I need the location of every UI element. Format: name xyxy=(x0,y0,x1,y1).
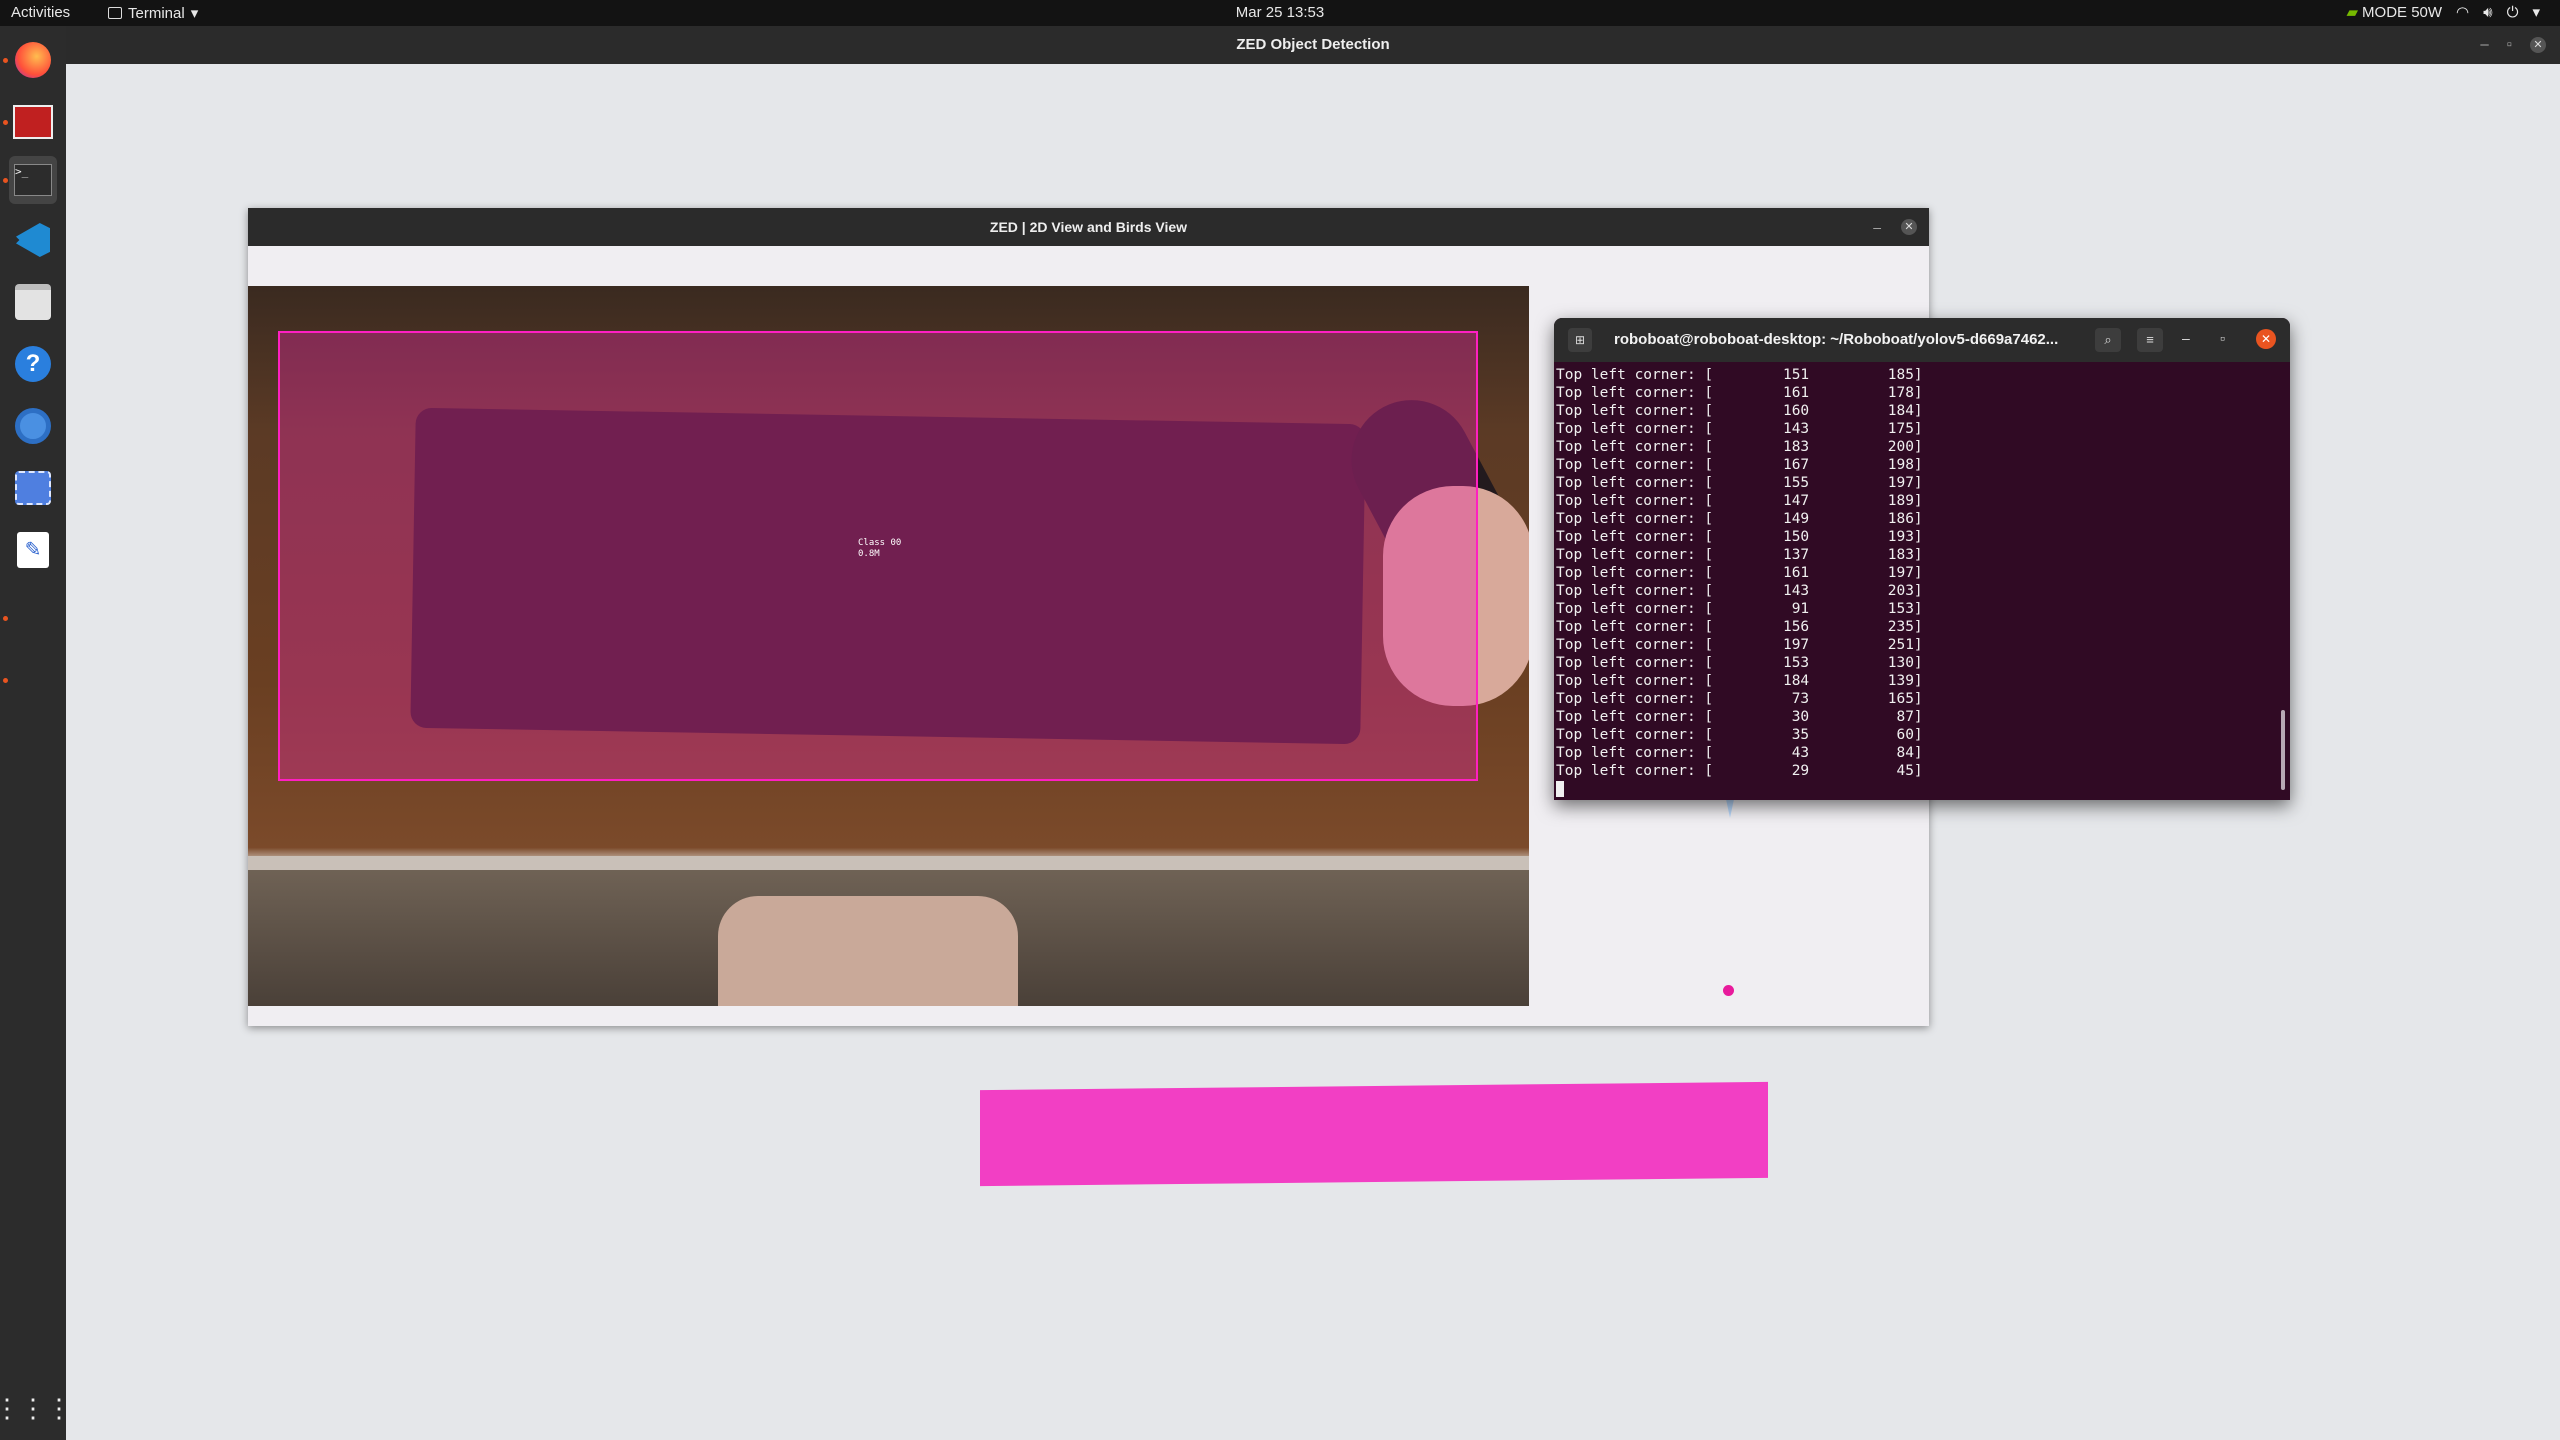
minimize-icon[interactable]: – xyxy=(2480,26,2488,64)
maximize-icon[interactable]: ▫ xyxy=(2220,330,2225,346)
running-indicator xyxy=(3,616,8,621)
minimize-icon[interactable]: – xyxy=(1873,208,1881,246)
vscode-icon[interactable] xyxy=(9,216,57,264)
system-tray[interactable]: ▰ MODE 50W ◠ 🔊︎ ⏻ ▾ xyxy=(2346,3,2540,22)
help-icon[interactable]: ? xyxy=(9,340,57,388)
terminal-line: Top left corner: [ 91 153] xyxy=(1556,601,1923,617)
zed-2d-title: ZED | 2D View and Birds View xyxy=(989,219,1188,235)
camera-position-dot xyxy=(1723,985,1734,996)
terminal-cursor-line xyxy=(1556,780,2276,798)
minimize-icon[interactable]: – xyxy=(2182,330,2190,346)
terminal-line: Top left corner: [ 150 193] xyxy=(1556,529,1923,545)
files-icon[interactable] xyxy=(9,278,57,326)
maximize-icon[interactable]: ▫ xyxy=(2507,26,2512,64)
terminal-line: Top left corner: [ 167 198] xyxy=(1556,457,1923,473)
terminal-line: Top left corner: [ 73 165] xyxy=(1556,691,1923,707)
terminal-line: Top left corner: [ 147 189] xyxy=(1556,493,1923,509)
terminal-line: Top left corner: [ 149 186] xyxy=(1556,511,1923,527)
terminal-line: Top left corner: [ 143 203] xyxy=(1556,583,1923,599)
main-window-titlebar[interactable]: ZED Object Detection – ▫ ✕ xyxy=(66,26,2560,64)
terminal-line: Top left corner: [ 155 197] xyxy=(1556,475,1923,491)
wifi-icon: ◠ xyxy=(2456,4,2470,21)
terminal-line: Top left corner: [ 30 87] xyxy=(1556,709,1923,725)
terminal-line: Top left corner: [ 161 178] xyxy=(1556,385,1923,401)
camera-feed: Class 00 0.8M xyxy=(248,286,1529,1006)
terminal-line: Top left corner: [ 43 84] xyxy=(1556,745,1923,761)
terminal-line: Top left corner: [ 156 235] xyxy=(1556,619,1923,635)
menu-icon[interactable]: ≡ xyxy=(2137,328,2163,352)
firefox-icon[interactable] xyxy=(9,36,57,84)
terminal-icon[interactable]: >_ xyxy=(9,156,57,204)
chevron-down-icon[interactable]: ▾ xyxy=(2532,3,2540,21)
detection-distance: 0.8M xyxy=(858,549,880,559)
search-icon[interactable]: ⌕ xyxy=(2095,328,2121,352)
scrollbar[interactable] xyxy=(2281,710,2285,790)
detection-label: Class 00 0.8M xyxy=(858,538,901,560)
main-window-title: ZED Object Detection xyxy=(1236,36,1390,53)
terminal-line: Top left corner: [ 35 60] xyxy=(1556,727,1923,743)
close-icon[interactable]: ✕ xyxy=(1901,219,1917,235)
text-editor-icon[interactable]: ✎ xyxy=(9,526,57,574)
terminal-cursor xyxy=(1556,781,1564,797)
terminal-line: Top left corner: [ 151 185] xyxy=(1556,367,1923,383)
zed-app-icon[interactable] xyxy=(9,98,57,146)
terminal-line: Top left corner: [ 153 130] xyxy=(1556,655,1923,671)
terminal-line: Top left corner: [ 29 45] xyxy=(1556,763,1923,779)
dock: >_ ? ✎ ⋮⋮⋮ xyxy=(0,26,72,1440)
terminal-line: Top left corner: [ 184 139] xyxy=(1556,673,1923,689)
new-tab-icon[interactable]: ⊞ xyxy=(1568,328,1592,352)
terminal-output[interactable]: Top left corner: [ 151 185] Top left corn… xyxy=(1556,366,2276,798)
power-icon: ⏻ xyxy=(2506,3,2519,21)
top-bar: Activities Terminal ▾ Mar 25 13:53 ▰ MOD… xyxy=(0,0,2560,26)
show-applications-icon[interactable]: ⋮⋮⋮ xyxy=(0,1384,72,1432)
close-icon[interactable]: ✕ xyxy=(2256,329,2276,349)
detection-class: Class 00 xyxy=(858,538,902,548)
3d-bounding-box xyxy=(980,1081,1768,1187)
terminal-line: Top left corner: [ 143 175] xyxy=(1556,421,1923,437)
screenshot-icon[interactable] xyxy=(9,464,57,512)
power-mode-label[interactable]: MODE 50W xyxy=(2362,4,2442,21)
running-indicator xyxy=(3,58,8,63)
terminal-line: Top left corner: [ 161 197] xyxy=(1556,565,1923,581)
terminal-line: Top left corner: [ 197 251] xyxy=(1556,637,1923,653)
chromium-icon[interactable] xyxy=(9,402,57,450)
terminal-headerbar[interactable]: ⊞ roboboat@roboboat-desktop: ~/Roboboat/… xyxy=(1554,318,2290,362)
terminal-title: roboboat@roboboat-desktop: ~/Roboboat/yo… xyxy=(1614,331,2059,348)
close-icon[interactable]: ✕ xyxy=(2530,37,2546,53)
terminal-line: Top left corner: [ 137 183] xyxy=(1556,547,1923,563)
running-indicator xyxy=(3,678,8,683)
desk-edge xyxy=(248,856,1529,870)
volume-icon: 🔊︎ xyxy=(2483,3,2493,21)
legs-image xyxy=(718,896,1018,1006)
clock[interactable]: Mar 25 13:53 xyxy=(0,4,2560,21)
running-indicator xyxy=(3,120,8,125)
zed-2d-titlebar[interactable]: ZED | 2D View and Birds View – ✕ xyxy=(248,208,1929,246)
terminal-window[interactable]: ⊞ roboboat@roboboat-desktop: ~/Roboboat/… xyxy=(1554,318,2290,800)
terminal-line: Top left corner: [ 160 184] xyxy=(1556,403,1923,419)
nvidia-icon: ▰ xyxy=(2346,4,2359,21)
running-indicator xyxy=(3,178,8,183)
terminal-line: Top left corner: [ 183 200] xyxy=(1556,439,1923,455)
